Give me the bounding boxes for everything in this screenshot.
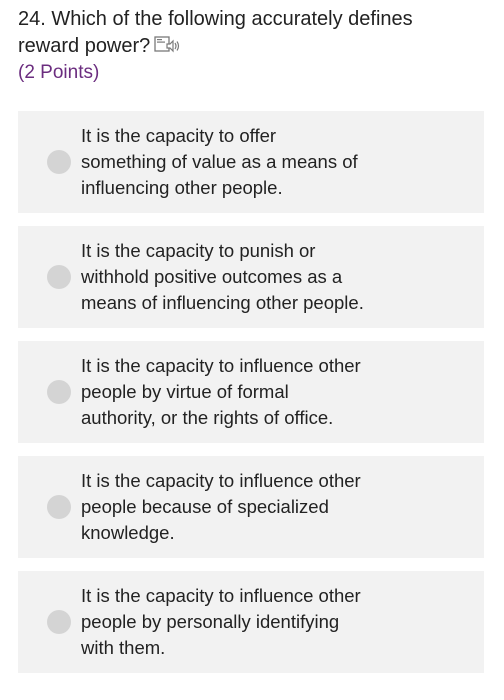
- question-text-line-2: reward power?: [18, 33, 488, 60]
- answer-option-5[interactable]: It is the capacity to influence other pe…: [18, 571, 484, 673]
- answer-option-line: people by virtue of formal: [81, 381, 289, 402]
- answer-option-text: It is the capacity to offer something of…: [81, 123, 401, 201]
- answer-option-line: influencing other people.: [81, 177, 283, 198]
- question: 24. Which of the following accurately de…: [18, 6, 488, 86]
- answer-option-text: It is the capacity to punish or withhold…: [81, 238, 401, 316]
- answer-option-line: It is the capacity to influence other: [81, 585, 361, 606]
- answer-option-line: It is the capacity to offer: [81, 125, 277, 146]
- answer-option-2[interactable]: It is the capacity to punish or withhold…: [18, 226, 484, 328]
- radio-button[interactable]: [47, 495, 71, 519]
- question-text-line-1: 24. Which of the following accurately de…: [18, 8, 413, 30]
- answer-option-text: It is the capacity to influence other pe…: [81, 583, 401, 661]
- answer-option-line: knowledge.: [81, 522, 175, 543]
- answer-option-line: means of influencing other people.: [81, 292, 364, 313]
- answer-option-line: with them.: [81, 637, 166, 658]
- answer-option-line: withhold positive outcomes as a: [81, 266, 343, 287]
- question-text-line-2-label: reward power?: [18, 35, 151, 57]
- read-aloud-icon[interactable]: [154, 35, 180, 55]
- answer-option-line: something of value as a means of: [81, 151, 358, 172]
- answer-option-1[interactable]: It is the capacity to offer something of…: [18, 111, 484, 213]
- answer-option-line: It is the capacity to influence other: [81, 470, 361, 491]
- answer-option-line: It is the capacity to influence other: [81, 355, 361, 376]
- radio-button[interactable]: [47, 150, 71, 174]
- radio-button[interactable]: [47, 610, 71, 634]
- answer-option-text: It is the capacity to influence other pe…: [81, 468, 401, 546]
- answer-option-line: people by personally identifying: [81, 611, 340, 632]
- answer-option-4[interactable]: It is the capacity to influence other pe…: [18, 456, 484, 558]
- radio-button[interactable]: [47, 380, 71, 404]
- answer-option-line: people because of specialized: [81, 496, 329, 517]
- answer-options: It is the capacity to offer something of…: [18, 111, 484, 686]
- answer-option-line: authority, or the rights of office.: [81, 407, 334, 428]
- points-label: (2 Points): [18, 62, 100, 83]
- answer-option-text: It is the capacity to influence other pe…: [81, 353, 401, 431]
- radio-button[interactable]: [47, 265, 71, 289]
- answer-option-3[interactable]: It is the capacity to influence other pe…: [18, 341, 484, 443]
- answer-option-line: It is the capacity to punish or: [81, 240, 316, 261]
